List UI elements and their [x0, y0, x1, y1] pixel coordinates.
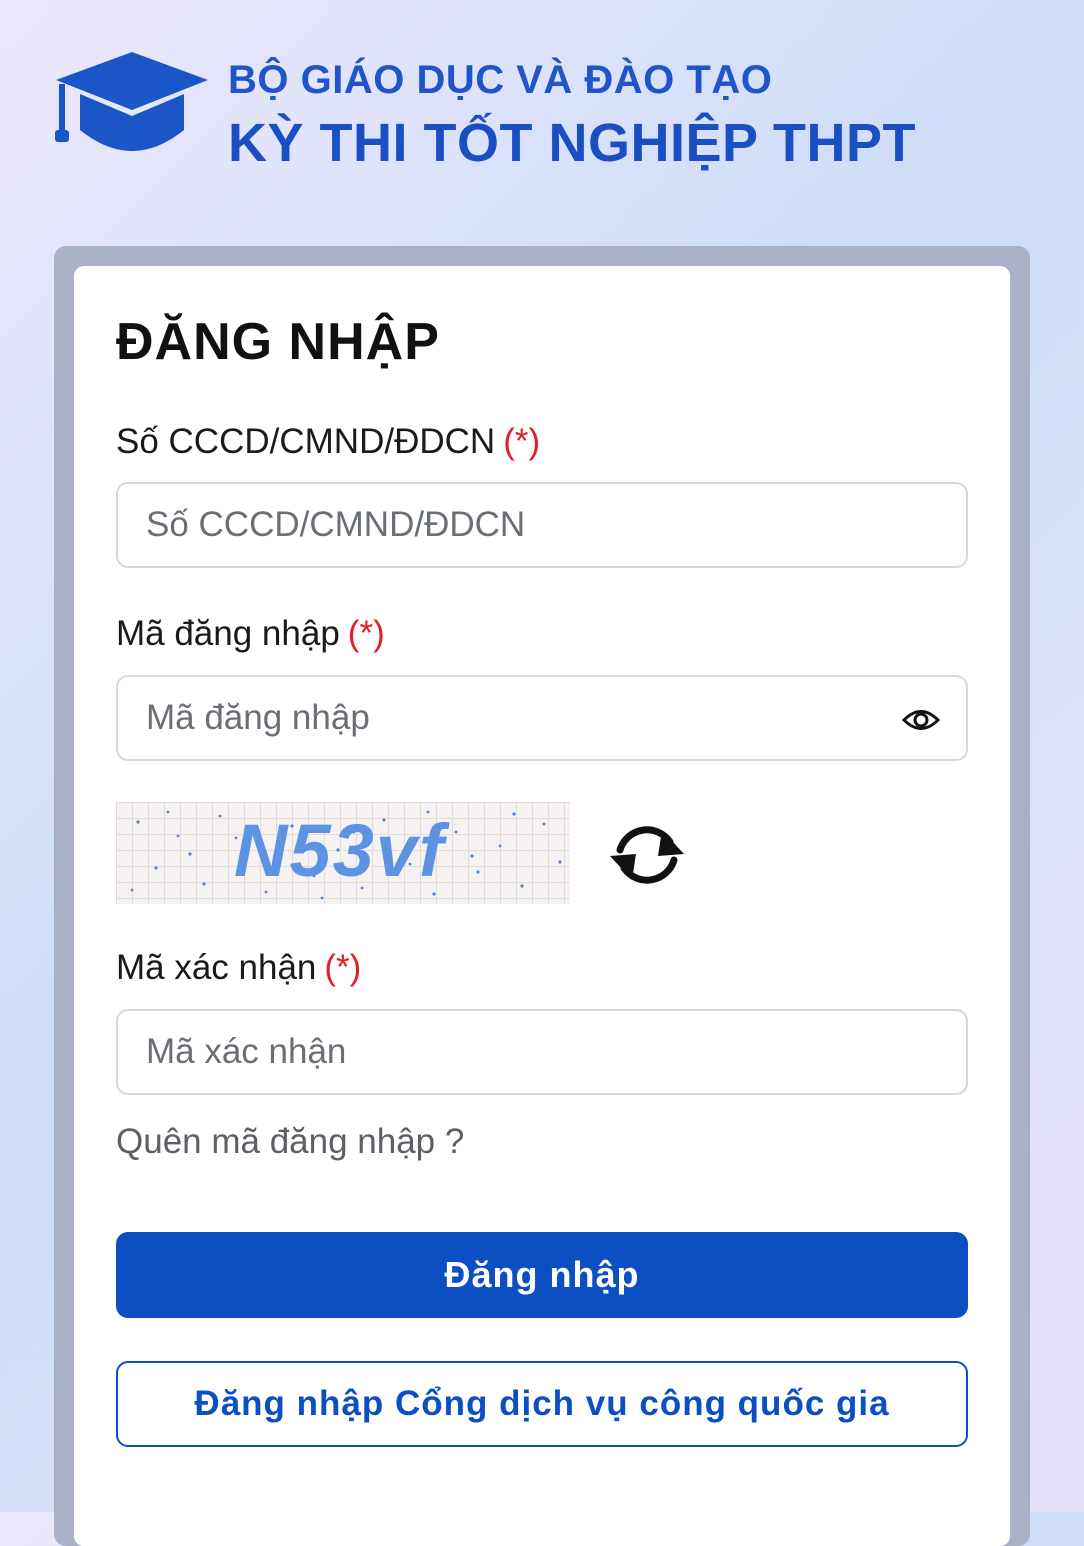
captcha-text: N53vf	[234, 809, 446, 892]
gov-portal-login-button[interactable]: Đăng nhập Cổng dịch vụ công quốc gia	[116, 1361, 968, 1447]
page-title: ĐĂNG NHẬP	[116, 313, 440, 371]
captcha-field-label: Mã xác nhận (*)	[116, 948, 361, 988]
id-input[interactable]	[146, 484, 886, 566]
graduation-cap-icon	[55, 52, 208, 151]
password-field-label: Mã đăng nhập (*)	[116, 614, 385, 654]
password-input[interactable]	[146, 677, 886, 759]
required-mark: (*)	[347, 614, 385, 653]
captcha-image: N53vf	[116, 802, 570, 904]
captcha-field-label-text: Mã xác nhận	[116, 948, 317, 987]
captcha-input[interactable]	[146, 1011, 886, 1093]
id-field-label-text: Số CCCD/CMND/ĐDCN	[116, 422, 496, 461]
exam-name: KỲ THI TỐT NGHIỆP THPT	[228, 113, 917, 173]
id-field-label: Số CCCD/CMND/ĐDCN (*)	[116, 422, 540, 462]
password-field[interactable]	[116, 675, 968, 761]
eye-icon[interactable]	[902, 701, 940, 739]
password-field-label-text: Mã đăng nhập	[116, 614, 340, 653]
forgot-password-link[interactable]: Quên mã đăng nhập ?	[116, 1122, 464, 1162]
required-mark: (*)	[324, 948, 362, 987]
login-button[interactable]: Đăng nhập	[116, 1232, 968, 1318]
captcha-field[interactable]	[116, 1009, 968, 1095]
id-field[interactable]	[116, 482, 968, 568]
page-header: BỘ GIÁO DỤC VÀ ĐÀO TẠO KỲ THI TỐT NGHIỆP…	[0, 0, 1084, 240]
required-mark: (*)	[503, 422, 541, 461]
refresh-icon[interactable]	[604, 820, 690, 890]
org-name: BỘ GIÁO DỤC VÀ ĐÀO TẠO	[228, 58, 773, 102]
